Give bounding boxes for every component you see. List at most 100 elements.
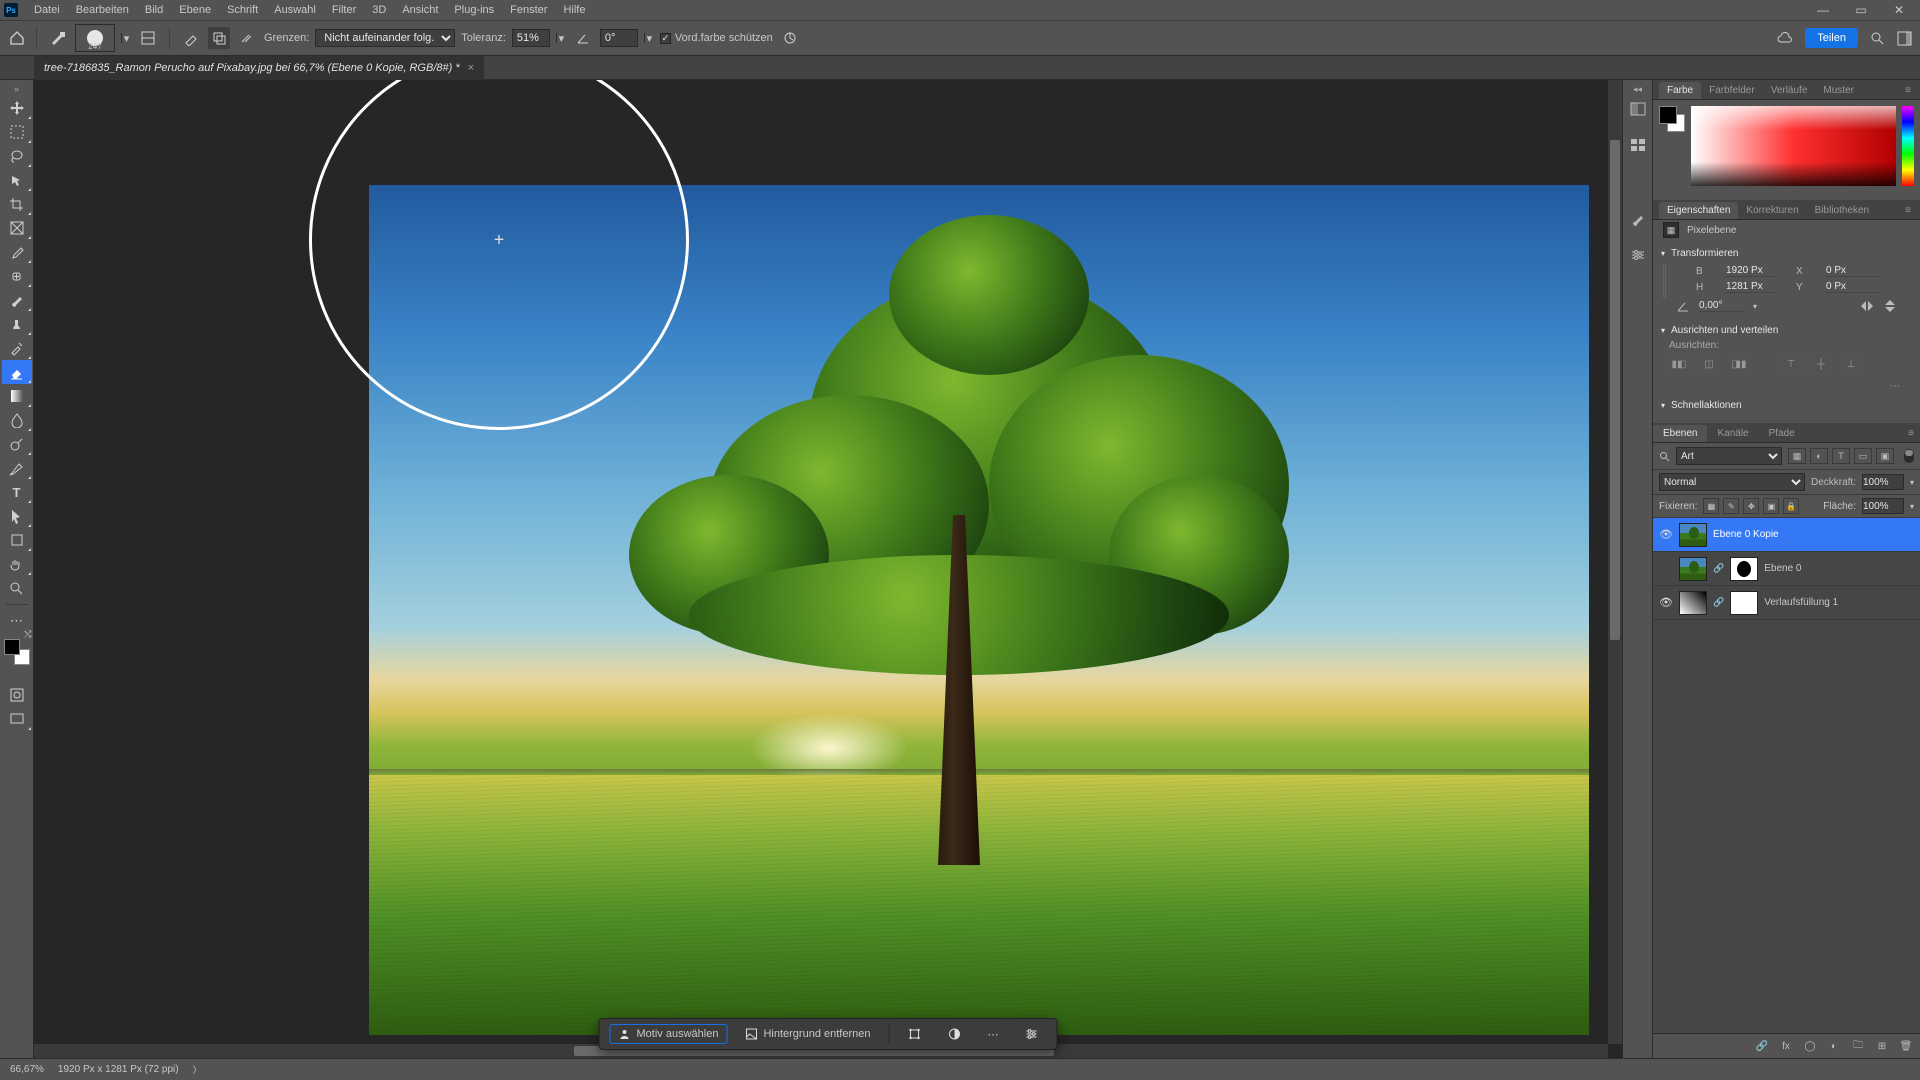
angle-dropdown[interactable]: ▾: [644, 33, 654, 43]
brush-dropdown[interactable]: ▾: [121, 33, 131, 43]
status-menu-icon[interactable]: 〉: [193, 1063, 202, 1076]
tab-muster[interactable]: Muster: [1815, 82, 1862, 99]
tolerance-dropdown[interactable]: ▾: [556, 33, 566, 43]
link-wh-icon[interactable]: [1663, 264, 1666, 298]
limits-select[interactable]: Nicht aufeinander folg.: [315, 29, 455, 47]
lock-pixels-icon[interactable]: ✎: [1723, 498, 1739, 514]
menu-ebene[interactable]: Ebene: [171, 4, 219, 16]
blur-tool[interactable]: [2, 408, 32, 432]
protect-foreground-checkbox[interactable]: Vord.farbe schützen: [660, 32, 773, 44]
width-input[interactable]: [1726, 265, 1778, 277]
angle-dd[interactable]: ▾: [1753, 302, 1757, 311]
filter-type-icon[interactable]: T: [1832, 448, 1850, 464]
zoom-level-label[interactable]: 66,67%: [10, 1064, 44, 1075]
filter-search-icon[interactable]: [1659, 451, 1670, 462]
select-subject-button[interactable]: Motiv auswählen: [610, 1024, 728, 1044]
crop-tool[interactable]: [2, 192, 32, 216]
lock-transparency-icon[interactable]: ▦: [1703, 498, 1719, 514]
brush-settings-icon[interactable]: [137, 27, 159, 49]
healing-tool[interactable]: [2, 264, 32, 288]
hue-slider[interactable]: [1902, 106, 1914, 186]
height-input[interactable]: [1726, 281, 1778, 293]
layer-row[interactable]: 👁 Ebene 0 Kopie: [1653, 518, 1920, 552]
window-minimize-button[interactable]: —: [1816, 3, 1830, 17]
angle-icon[interactable]: [572, 27, 594, 49]
filter-toggle-switch[interactable]: [1904, 449, 1914, 463]
layers-panel-menu-icon[interactable]: ≡: [1902, 425, 1920, 442]
menu-ansicht[interactable]: Ansicht: [394, 4, 446, 16]
menu-plugins[interactable]: Plug-ins: [446, 4, 502, 16]
visibility-toggle-icon[interactable]: 👁: [1659, 528, 1673, 542]
stamp-tool[interactable]: [2, 312, 32, 336]
lock-position-icon[interactable]: ✥: [1743, 498, 1759, 514]
delete-layer-icon[interactable]: 🗑: [1898, 1038, 1914, 1054]
color-spectrum[interactable]: [1691, 106, 1896, 186]
align-left-icon[interactable]: ▮◧: [1669, 355, 1689, 373]
layer-row[interactable]: 🔗 Ebene 0: [1653, 552, 1920, 586]
filter-pixel-icon[interactable]: ▦: [1788, 448, 1806, 464]
tool-chip-icon[interactable]: [47, 27, 69, 49]
menu-bild[interactable]: Bild: [137, 4, 171, 16]
quickactions-section-header[interactable]: ▾Schnellaktionen: [1653, 396, 1920, 415]
align-section-header[interactable]: ▾Ausrichten und verteilen: [1653, 321, 1920, 340]
visibility-toggle-icon[interactable]: 👁: [1659, 596, 1673, 610]
new-group-icon[interactable]: 🗀: [1850, 1038, 1866, 1054]
layer-style-icon[interactable]: fx: [1778, 1038, 1794, 1054]
new-layer-icon[interactable]: ⊞: [1874, 1038, 1890, 1054]
y-input[interactable]: [1826, 281, 1878, 293]
layer-thumbnail[interactable]: [1679, 557, 1707, 581]
tab-kanaele[interactable]: Kanäle: [1707, 425, 1758, 442]
mask-link-icon[interactable]: 🔗: [1713, 563, 1724, 574]
tab-korrekturen[interactable]: Korrekturen: [1738, 202, 1806, 219]
tab-farbfelder[interactable]: Farbfelder: [1701, 82, 1763, 99]
tab-bibliotheken[interactable]: Bibliotheken: [1807, 202, 1877, 219]
swatches-panel-icon[interactable]: [1628, 136, 1648, 154]
menu-fenster[interactable]: Fenster: [502, 4, 555, 16]
menu-3d[interactable]: 3D: [364, 4, 394, 16]
mask-thumbnail[interactable]: [1730, 591, 1758, 615]
dodge-tool[interactable]: [2, 432, 32, 456]
brush-tool[interactable]: [2, 288, 32, 312]
tolerance-input[interactable]: [512, 29, 550, 47]
workspace-switcher-icon[interactable]: [1897, 31, 1912, 46]
lock-artboard-icon[interactable]: ▣: [1763, 498, 1779, 514]
shape-tool[interactable]: [2, 528, 32, 552]
align-vcenter-icon[interactable]: ┼: [1811, 355, 1831, 373]
tab-verlaeufe[interactable]: Verläufe: [1763, 82, 1816, 99]
brushes-panel-icon[interactable]: [1628, 210, 1648, 228]
window-close-button[interactable]: ✕: [1892, 3, 1906, 17]
menu-hilfe[interactable]: Hilfe: [555, 4, 593, 16]
layer-filter-select[interactable]: Art: [1676, 447, 1782, 465]
path-select-tool[interactable]: [2, 504, 32, 528]
angle-value-input[interactable]: [1699, 300, 1743, 312]
tab-farbe[interactable]: Farbe: [1659, 82, 1701, 99]
color-picker-panel[interactable]: [1653, 100, 1920, 200]
marquee-tool[interactable]: [2, 120, 32, 144]
remove-background-button[interactable]: Hintergrund entfernen: [737, 1025, 878, 1043]
sample-layers-icon[interactable]: [180, 27, 202, 49]
angle-input[interactable]: [600, 29, 638, 47]
menu-filter[interactable]: Filter: [324, 4, 364, 16]
align-bottom-icon[interactable]: ⊥: [1841, 355, 1861, 373]
adjustment-icon[interactable]: [939, 1024, 969, 1044]
align-top-icon[interactable]: ⊤: [1781, 355, 1801, 373]
add-mask-icon[interactable]: ◯: [1802, 1038, 1818, 1054]
hand-tool[interactable]: [2, 552, 32, 576]
window-maximize-button[interactable]: ▭: [1854, 3, 1868, 17]
share-button[interactable]: Teilen: [1805, 28, 1858, 48]
blend-mode-select[interactable]: Normal: [1659, 473, 1805, 491]
adjustments-panel-icon[interactable]: [1628, 246, 1648, 264]
history-brush-tool[interactable]: [2, 336, 32, 360]
transform-icon[interactable]: [899, 1024, 929, 1044]
filter-smart-icon[interactable]: ▣: [1876, 448, 1894, 464]
quickmask-icon[interactable]: [2, 683, 32, 707]
align-hcenter-icon[interactable]: ◫: [1699, 355, 1719, 373]
tab-ebenen[interactable]: Ebenen: [1653, 425, 1707, 442]
type-tool[interactable]: T: [2, 480, 32, 504]
visibility-toggle-icon[interactable]: [1659, 562, 1673, 576]
panel-fg-bg-swatch[interactable]: [1659, 106, 1685, 132]
frame-tool[interactable]: [2, 216, 32, 240]
swap-colors-icon[interactable]: ⤭: [24, 629, 31, 640]
filter-shape-icon[interactable]: ▭: [1854, 448, 1872, 464]
align-more-icon[interactable]: ⋯: [1653, 381, 1920, 396]
